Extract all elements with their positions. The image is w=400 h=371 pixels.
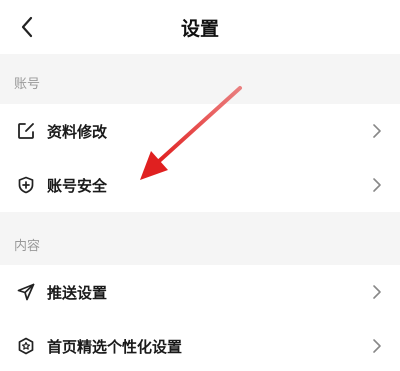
settings-item-personalized-feed[interactable]: 首页精选个性化设置 (0, 319, 400, 371)
edit-icon (17, 122, 35, 140)
settings-item-profile-edit[interactable]: 资料修改 (0, 104, 400, 158)
header: 设置 (0, 0, 400, 54)
settings-screen: 设置 账号 资料修改 账号安全 内容 推送设置 首页精选个性化设置 (0, 0, 400, 371)
chevron-right-icon (373, 124, 381, 138)
settings-item-label: 账号安全 (47, 177, 108, 195)
settings-item-push[interactable]: 推送设置 (0, 265, 400, 319)
chevron-right-icon (373, 285, 381, 299)
hexagon-icon (17, 337, 35, 355)
chevron-right-icon (373, 178, 381, 192)
send-icon (17, 283, 35, 301)
section-label-account: 账号 (14, 77, 41, 92)
settings-group-content: 推送设置 首页精选个性化设置 (0, 265, 400, 371)
settings-item-label: 资料修改 (47, 123, 108, 141)
settings-item-account-security[interactable]: 账号安全 (0, 158, 400, 212)
shield-plus-icon (17, 176, 35, 194)
page-title: 设置 (180, 18, 219, 40)
settings-item-label: 首页精选个性化设置 (47, 338, 183, 356)
settings-group-account: 资料修改 账号安全 (0, 104, 400, 212)
section-label-content: 内容 (14, 239, 41, 254)
settings-item-label: 推送设置 (47, 284, 108, 302)
chevron-right-icon (373, 339, 381, 353)
